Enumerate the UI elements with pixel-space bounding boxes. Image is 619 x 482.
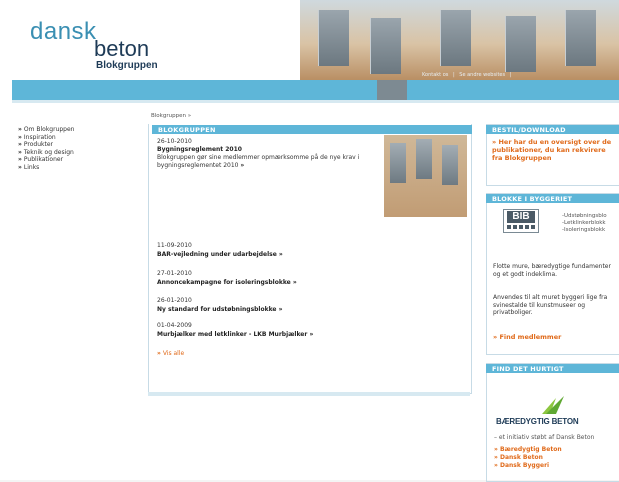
nav-item-produkter[interactable]: » Produkter (18, 141, 74, 149)
featured-title[interactable]: Bygningsreglement 2010 (157, 146, 242, 153)
order-heading-bar: BESTIL/DOWNLOAD (486, 125, 619, 134)
photo-block (442, 145, 458, 185)
blocks-heading-bar: BLOKKE I BYGGERIET (486, 194, 619, 203)
news-date: 27-01-2010 (157, 270, 192, 277)
news-date: 26-01-2010 (157, 297, 192, 304)
photo-block (440, 10, 471, 66)
photo-block (416, 139, 432, 179)
news-title[interactable]: BAR-vejledning under udarbejdelse » (157, 251, 377, 258)
page: dansk beton Blokgruppen Kontakt os | Se … (0, 0, 619, 482)
main-heading: BLOKGRUPPEN (158, 126, 216, 134)
bib-list-item: -Udstøbningsblo (562, 213, 607, 219)
quick-heading-bar: FIND DET HURTIGT (486, 364, 619, 373)
top-link-separator: | (453, 72, 455, 78)
find-members-link[interactable]: » Find medlemmer (493, 333, 561, 341)
order-heading: BESTIL/DOWNLOAD (492, 126, 566, 134)
bib-logo-bar (507, 225, 535, 229)
nav-item-links[interactable]: » Links (18, 164, 74, 172)
quick-link-dansk-beton[interactable]: » Dansk Beton (494, 454, 543, 461)
breadcrumb[interactable]: Blokgruppen » (151, 113, 191, 119)
other-websites-link[interactable]: Se andre websites (459, 72, 505, 78)
baeredygtig-beton-logo-text: BÆREDYGTIG BETON (496, 417, 579, 426)
featured-text: Blokgruppen gør sine medlemmer opmærksom… (157, 154, 360, 169)
bib-list: -Udstøbningsblo -Letklinkerblokk -Isoler… (562, 213, 607, 234)
photo-block (370, 18, 401, 74)
photo-block (318, 10, 349, 66)
blocks-heading: BLOKKE I BYGGERIET (492, 195, 573, 203)
top-links: Kontakt os | Se andre websites | (422, 72, 514, 78)
news-title[interactable]: Ny standard for udstøbningsblokke » (157, 306, 377, 313)
logo-dansk[interactable]: dansk (30, 18, 97, 46)
news-date: 01-04-2009 (157, 322, 192, 329)
photo-block (390, 143, 406, 183)
nav-item-publikationer[interactable]: » Publikationer (18, 156, 74, 164)
nav-item-om-blokgruppen[interactable]: » Om Blokgruppen (18, 126, 74, 134)
news-more-link[interactable]: » (309, 331, 313, 338)
blocks-paragraph: Anvendes til alt muret byggeri lige fra … (493, 294, 608, 316)
nav-band-photo (377, 80, 407, 100)
main-footer-strip (148, 392, 470, 396)
baeredygtig-beton-tagline: – et initiativ støbt af Dansk Beton (494, 434, 595, 441)
news-item: 01-04-2009 Murbjælker med letklinker - L… (157, 322, 377, 338)
photo-block (505, 16, 536, 72)
news-date: 11-09-2010 (157, 242, 192, 249)
left-nav: » Om Blokgruppen » Inspiration » Produkter … (18, 126, 74, 171)
baeredygtig-beton-logo[interactable] (494, 392, 619, 432)
logo-subtitle: Blokgruppen (96, 60, 158, 71)
header-photo (300, 0, 619, 80)
featured-date: 26-10-2010 (157, 138, 192, 145)
top-link-separator: | (509, 72, 512, 78)
blocks-paragraph: Flotte mure, bæredygtige fundamenter og … (493, 263, 611, 278)
nav-item-inspiration[interactable]: » Inspiration (18, 134, 74, 142)
nav-band (12, 80, 619, 100)
main-photo (384, 135, 467, 217)
show-all-link[interactable]: » Vis alle (157, 350, 184, 357)
band-strip (12, 100, 619, 103)
quick-heading: FIND DET HURTIGT (492, 365, 564, 373)
news-more-link[interactable]: » (279, 306, 283, 313)
news-title[interactable]: Murbjælker med letklinker - LKB Murbjælk… (157, 331, 377, 338)
contact-link[interactable]: Kontakt os (422, 72, 448, 78)
news-item: 26-01-2010 Ny standard for udstøbningsbl… (157, 297, 377, 313)
order-link[interactable]: » Her har du en oversigt over de publika… (492, 138, 612, 162)
bib-logo-text: BIB (507, 211, 535, 223)
photo-block (565, 10, 596, 66)
nav-item-teknik-og-design[interactable]: » Teknik og design (18, 149, 74, 157)
news-item: 11-09-2010 BAR-vejledning under udarbejd… (157, 242, 377, 258)
main-heading-bar: BLOKGRUPPEN (152, 125, 472, 134)
news-more-link[interactable]: » (293, 279, 297, 286)
quick-link-dansk-byggeri[interactable]: » Dansk Byggeri (494, 462, 549, 469)
logo-beton[interactable]: beton (94, 36, 149, 62)
bib-list-item: -Isoleringsblokk (562, 227, 606, 233)
quick-link-baeredygtig-beton[interactable]: » Bæredygtig Beton (494, 446, 562, 453)
featured-more-link[interactable]: » (240, 162, 244, 169)
news-item: 27-01-2010 Annoncekampagne for isolering… (157, 270, 377, 286)
bib-list-item: -Letklinkerblokk (562, 220, 606, 226)
bib-logo[interactable]: BIB (503, 209, 539, 233)
news-more-link[interactable]: » (279, 251, 283, 258)
news-title[interactable]: Annoncekampagne for isoleringsblokke » (157, 279, 377, 286)
